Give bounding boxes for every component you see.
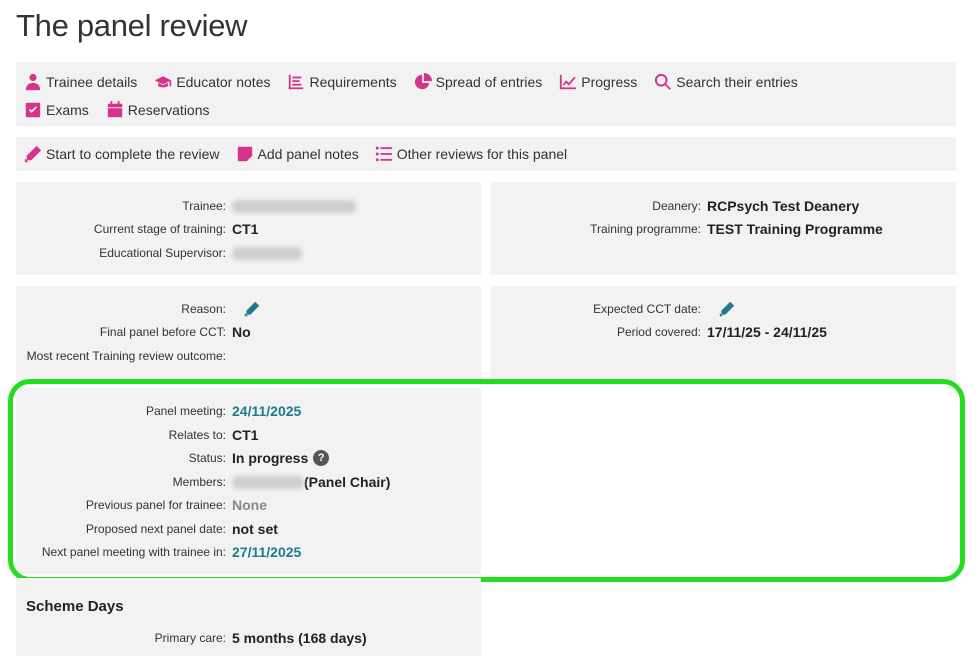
nav-label: Educator notes xyxy=(176,74,271,90)
members-row: Members: (Panel Chair) xyxy=(16,472,391,492)
pie-chart-icon xyxy=(414,73,432,90)
trainee-label: Trainee: xyxy=(182,199,226,213)
members-role: (Panel Chair) xyxy=(304,474,391,490)
other-reviews-button[interactable]: Other reviews for this panel xyxy=(375,145,567,163)
edit-cct-pencil-icon[interactable] xyxy=(719,301,735,317)
reason-row: Reason: xyxy=(16,299,260,319)
next-meeting-label: Next panel meeting with trainee in: xyxy=(41,545,226,559)
nav-label: Requirements xyxy=(309,74,397,90)
cct-row: Expected CCT date: xyxy=(491,299,735,319)
nav-label: Spread of entries xyxy=(435,74,543,90)
programme-row: Training programme: TEST Training Progra… xyxy=(491,219,883,239)
primary-care-value: 5 months (168 days) xyxy=(232,630,367,646)
list-icon xyxy=(289,74,304,90)
deanery-row: Deanery: RCPsych Test Deanery xyxy=(491,196,859,216)
outcome-label: Most recent Training review outcome: xyxy=(26,349,226,363)
sticky-note-icon xyxy=(237,146,252,162)
final-panel-label: Final panel before CCT: xyxy=(99,325,226,339)
programme-value: TEST Training Programme xyxy=(707,221,883,237)
deanery-label: Deanery: xyxy=(652,199,701,213)
previous-row: Previous panel for trainee: None xyxy=(16,495,267,515)
previous-value: None xyxy=(232,497,267,513)
stage-label: Current stage of training: xyxy=(93,222,226,236)
nav-reservations[interactable]: Reservations xyxy=(106,101,210,119)
nav-search-entries[interactable]: Search their entries xyxy=(654,73,798,91)
graduation-cap-icon xyxy=(155,76,172,88)
help-icon[interactable]: ? xyxy=(313,450,330,466)
action-label: Start to complete the review xyxy=(46,146,220,162)
review-action-bar: Start to complete the review Add panel n… xyxy=(16,137,956,171)
final-panel-row: Final panel before CCT: No xyxy=(16,322,251,342)
action-label: Other reviews for this panel xyxy=(396,146,568,162)
stage-value: CT1 xyxy=(232,221,259,237)
status-label: Status: xyxy=(188,451,226,465)
calendar-icon xyxy=(107,101,122,118)
member-name-redacted xyxy=(232,475,304,489)
period-label: Period covered: xyxy=(616,325,701,339)
trainee-row: Trainee: xyxy=(16,196,356,216)
next-meeting-date-link[interactable]: 27/11/2025 xyxy=(232,544,301,560)
meeting-date-link[interactable]: 24/11/2025 xyxy=(232,403,301,419)
trainee-nav-bar: Trainee details Educator notes Requireme… xyxy=(16,62,956,126)
period-row: Period covered: 17/11/25 - 24/11/25 xyxy=(491,322,827,342)
previous-label: Previous panel for trainee: xyxy=(85,498,226,512)
nav-exams[interactable]: Exams xyxy=(24,101,89,119)
nav-label: Search their entries xyxy=(676,74,798,90)
cct-label: Expected CCT date: xyxy=(593,302,701,316)
start-complete-review-button[interactable]: Start to complete the review xyxy=(24,145,220,163)
meeting-row: Panel meeting: 24/11/2025 xyxy=(16,401,301,421)
proposed-label: Proposed next panel date: xyxy=(85,522,226,536)
nav-label: Trainee details xyxy=(46,74,138,90)
proposed-value: not set xyxy=(232,521,278,537)
period-value: 17/11/25 - 24/11/25 xyxy=(707,324,827,340)
final-panel-value: No xyxy=(232,324,251,340)
next-meeting-row: Next panel meeting with trainee in: 27/1… xyxy=(16,542,301,562)
relates-label: Relates to: xyxy=(168,428,226,442)
relates-row: Relates to: CT1 xyxy=(16,425,259,445)
reason-label: Reason: xyxy=(181,302,226,316)
primary-care-label: Primary care: xyxy=(154,631,226,645)
scheme-days-title: Scheme Days xyxy=(26,598,124,615)
supervisor-row: Educational Supervisor: xyxy=(16,243,302,263)
trainee-name-redacted xyxy=(232,199,356,213)
status-value: In progress xyxy=(232,450,309,466)
members-label: Members: xyxy=(172,475,226,489)
nav-spread-of-entries[interactable]: Spread of entries xyxy=(414,73,543,91)
nav-label: Progress xyxy=(581,74,638,90)
meeting-label: Panel meeting: xyxy=(145,404,226,418)
nav-educator-notes[interactable]: Educator notes xyxy=(154,73,270,91)
edit-reason-pencil-icon[interactable] xyxy=(244,301,260,317)
supervisor-label: Educational Supervisor: xyxy=(99,246,226,260)
user-icon xyxy=(25,73,41,91)
pencil-icon xyxy=(24,145,42,163)
deanery-value: RCPsych Test Deanery xyxy=(707,198,860,214)
primary-care-row: Primary care: 5 months (168 days) xyxy=(16,628,367,648)
relates-value: CT1 xyxy=(232,427,259,443)
proposed-row: Proposed next panel date: not set xyxy=(16,519,278,539)
nav-progress[interactable]: Progress xyxy=(559,73,637,91)
page-title: The panel review xyxy=(16,8,248,43)
nav-label: Exams xyxy=(46,102,89,118)
status-row: Status: In progress ? xyxy=(16,448,330,468)
nav-requirements[interactable]: Requirements xyxy=(287,73,397,91)
nav-label: Reservations xyxy=(127,102,210,118)
action-label: Add panel notes xyxy=(257,146,359,162)
search-icon xyxy=(655,73,672,90)
list-bullets-icon xyxy=(375,146,392,162)
line-chart-icon xyxy=(560,74,577,90)
stage-row: Current stage of training: CT1 xyxy=(16,219,259,239)
nav-trainee-details[interactable]: Trainee details xyxy=(24,73,137,91)
programme-label: Training programme: xyxy=(590,222,701,236)
add-panel-notes-button[interactable]: Add panel notes xyxy=(236,145,359,163)
supervisor-name-redacted xyxy=(232,246,302,260)
outcome-row: Most recent Training review outcome: xyxy=(16,346,232,366)
checkbox-icon xyxy=(25,102,41,118)
